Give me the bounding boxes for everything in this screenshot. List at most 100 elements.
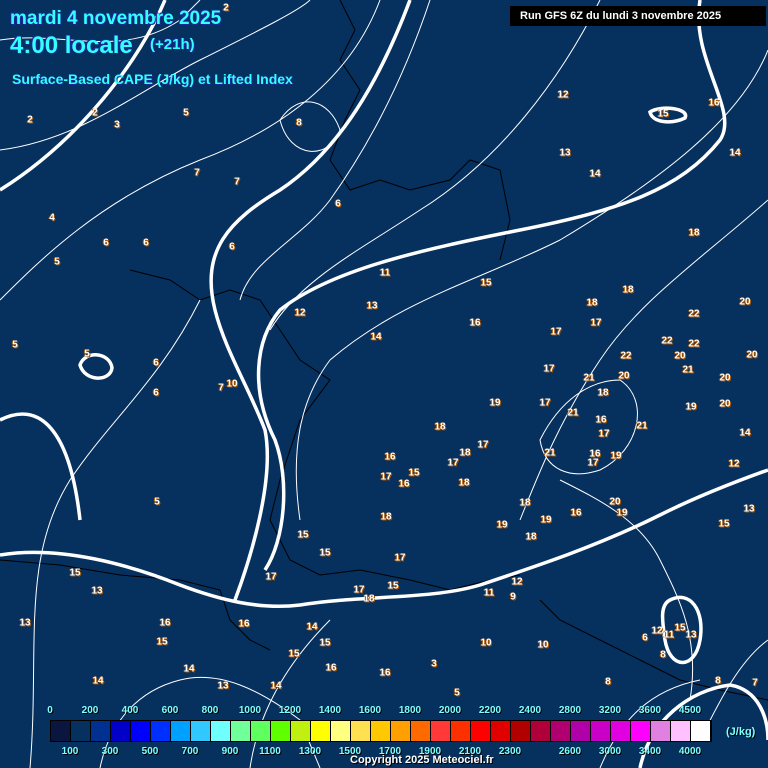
lifted-index-label: 18 xyxy=(597,387,609,399)
colorbar-cell xyxy=(631,721,651,741)
colorbar-tick-label: 1400 xyxy=(318,705,342,716)
forecast-time-text: 4:00 locale xyxy=(10,32,133,59)
lifted-index-label: 13 xyxy=(19,617,31,629)
colorbar-tick-label: 1000 xyxy=(238,705,262,716)
colorbar-tick-label: 3200 xyxy=(598,705,622,716)
colorbar-tick-label: 3600 xyxy=(638,705,662,716)
colorbar-cell xyxy=(251,721,271,741)
lifted-index-label: 21 xyxy=(682,364,694,376)
colorbar-cell xyxy=(591,721,611,741)
lifted-index-label: 17 xyxy=(543,363,555,375)
lifted-index-label: 15 xyxy=(657,108,669,120)
lifted-index-label: 13 xyxy=(559,147,571,159)
forecast-time: 4:00 locale (+21h) xyxy=(10,32,195,60)
forecast-date: mardi 4 novembre 2025 xyxy=(10,8,222,29)
lifted-index-label: 7 xyxy=(234,176,240,188)
lifted-index-label: 17 xyxy=(394,552,406,564)
lifted-index-label: 16 xyxy=(398,478,410,490)
lifted-index-label: 14 xyxy=(589,168,601,180)
lifted-index-label: 11 xyxy=(483,587,495,599)
lifted-index-label: 16 xyxy=(469,317,481,329)
colorbar-tick-label: 800 xyxy=(201,705,219,716)
colorbar-cell xyxy=(611,721,631,741)
colorbar-unit: (J/kg) xyxy=(726,726,756,738)
lifted-index-label: 6 xyxy=(103,237,109,249)
lifted-index-label: 5 xyxy=(154,496,160,508)
lifted-index-label: 5 xyxy=(54,256,60,268)
lifted-index-label: 14 xyxy=(270,680,282,692)
colorbar-tick-label: 900 xyxy=(221,746,239,757)
colorbar-tick-label: 4500 xyxy=(678,705,702,716)
colorbar-cell xyxy=(511,721,531,741)
colorbar-cell xyxy=(471,721,491,741)
lifted-index-label: 18 xyxy=(458,477,470,489)
run-info: Run GFS 6Z du lundi 3 novembre 2025 xyxy=(510,6,766,26)
lifted-index-label: 22 xyxy=(661,335,673,347)
colorbar-cell xyxy=(371,721,391,741)
lifted-index-label: 8 xyxy=(296,117,302,129)
lifted-index-label: 7 xyxy=(218,382,224,394)
colorbar-tick-label: 1200 xyxy=(278,705,302,716)
lifted-index-label: 12 xyxy=(728,458,740,470)
lifted-index-label: 4 xyxy=(49,212,55,224)
lifted-index-label: 22 xyxy=(688,308,700,320)
colorbar-cell xyxy=(651,721,671,741)
lifted-index-label: 17 xyxy=(380,471,392,483)
lifted-index-label: 16 xyxy=(379,667,391,679)
lifted-index-label: 18 xyxy=(434,421,446,433)
coastlines xyxy=(0,0,768,701)
colorbar-tick-label: 100 xyxy=(61,746,79,757)
lifted-index-label: 5 xyxy=(454,687,460,699)
colorbar-cell xyxy=(311,721,331,741)
lifted-index-label: 21 xyxy=(544,447,556,459)
lifted-index-label: 6 xyxy=(229,241,235,253)
lifted-index-label: 18 xyxy=(380,511,392,523)
lifted-index-label: 14 xyxy=(739,427,751,439)
lifted-index-label: 15 xyxy=(319,637,331,649)
lifted-index-label: 2 xyxy=(27,114,33,126)
lifted-index-label: 19 xyxy=(540,514,552,526)
colorbar-tick-label: 200 xyxy=(81,705,99,716)
lifted-index-label: 2 xyxy=(92,107,98,119)
colorbar-tick-label: 2400 xyxy=(518,705,542,716)
colorbar-tick-label: 1100 xyxy=(259,746,281,757)
lifted-index-label: 15 xyxy=(674,622,686,634)
lifted-index-label: 21 xyxy=(583,372,595,384)
colorbar-tick-label: 700 xyxy=(181,746,199,757)
lifted-index-label: 18 xyxy=(622,284,634,296)
lifted-index-label: 6 xyxy=(153,357,159,369)
lifted-index-label: 8 xyxy=(715,675,721,687)
lifted-index-label: 22 xyxy=(688,338,700,350)
colorbar-cell xyxy=(191,721,211,741)
lifted-index-label: 10 xyxy=(537,639,549,651)
colorbar-cell xyxy=(551,721,571,741)
colorbar-cell xyxy=(51,721,71,741)
lifted-index-label: 18 xyxy=(525,531,537,543)
lifted-index-label: 17 xyxy=(477,439,489,451)
lifted-index-label: 3 xyxy=(114,119,120,131)
colorbar-tick-label: 2300 xyxy=(498,746,522,757)
lifted-index-label: 18 xyxy=(688,227,700,239)
lifted-index-label: 12 xyxy=(651,625,663,637)
lifted-index-label: 14 xyxy=(183,663,195,675)
lifted-index-label: 16 xyxy=(325,662,337,674)
weather-map xyxy=(0,0,768,768)
colorbar-cell xyxy=(331,721,351,741)
lifted-index-label: 14 xyxy=(306,621,318,633)
lifted-index-label: 21 xyxy=(567,407,579,419)
thick-contours xyxy=(0,0,768,768)
colorbar-tick-label: 600 xyxy=(161,705,179,716)
lifted-index-label: 15 xyxy=(408,467,420,479)
lifted-index-label: 13 xyxy=(217,680,229,692)
lifted-index-label: 2 xyxy=(223,2,229,14)
lifted-index-label: 19 xyxy=(496,519,508,531)
colorbar-cell xyxy=(691,721,711,741)
lifted-index-label: 15 xyxy=(319,547,331,559)
lifted-index-label: 20 xyxy=(746,349,758,361)
colorbar-cell xyxy=(211,721,231,741)
lifted-index-label: 17 xyxy=(265,571,277,583)
colorbar-cell xyxy=(231,721,251,741)
colorbar-cell xyxy=(271,721,291,741)
lifted-index-label: 12 xyxy=(511,576,523,588)
lifted-index-label: 13 xyxy=(366,300,378,312)
